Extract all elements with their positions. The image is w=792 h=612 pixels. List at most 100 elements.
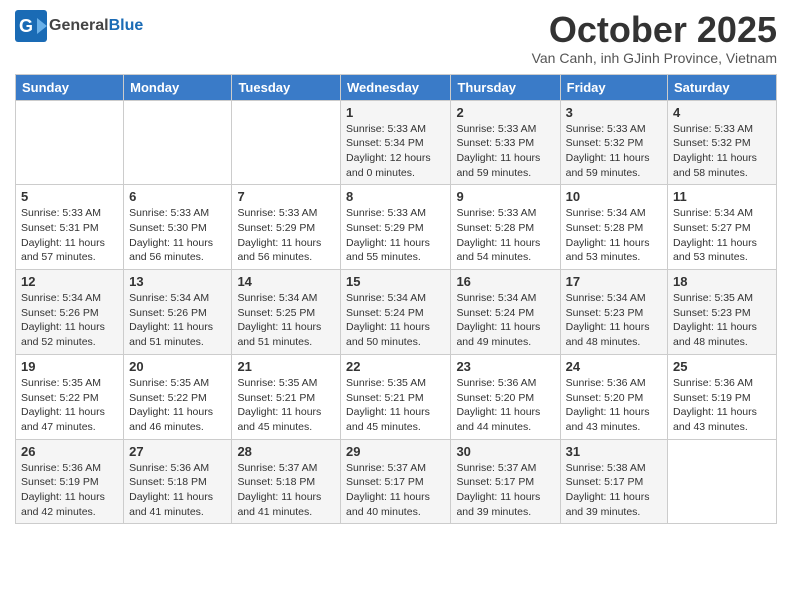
day-info: Sunrise: 5:33 AM Sunset: 5:29 PM Dayligh…: [346, 206, 445, 265]
day-number: 5: [21, 189, 118, 204]
calendar-cell: 11 Sunrise: 5:34 AM Sunset: 5:27 PM Dayli…: [668, 185, 777, 270]
day-info: Sunrise: 5:35 AM Sunset: 5:23 PM Dayligh…: [673, 291, 771, 350]
day-number: 17: [566, 274, 662, 289]
day-number: 6: [129, 189, 226, 204]
day-info: Sunrise: 5:34 AM Sunset: 5:23 PM Dayligh…: [566, 291, 662, 350]
day-info: Sunrise: 5:36 AM Sunset: 5:20 PM Dayligh…: [566, 376, 662, 435]
day-number: 16: [456, 274, 554, 289]
calendar-week-row: 1 Sunrise: 5:33 AM Sunset: 5:34 PM Daylig…: [16, 100, 777, 185]
calendar-cell: 6 Sunrise: 5:33 AM Sunset: 5:30 PM Daylig…: [124, 185, 232, 270]
weekday-header-tuesday: Tuesday: [232, 74, 341, 100]
calendar-cell: 7 Sunrise: 5:33 AM Sunset: 5:29 PM Daylig…: [232, 185, 341, 270]
day-number: 25: [673, 359, 771, 374]
calendar-cell: 17 Sunrise: 5:34 AM Sunset: 5:23 PM Dayli…: [560, 270, 667, 355]
weekday-header-wednesday: Wednesday: [341, 74, 451, 100]
calendar-cell: 18 Sunrise: 5:35 AM Sunset: 5:23 PM Dayli…: [668, 270, 777, 355]
day-info: Sunrise: 5:33 AM Sunset: 5:31 PM Dayligh…: [21, 206, 118, 265]
day-number: 4: [673, 105, 771, 120]
day-number: 11: [673, 189, 771, 204]
day-info: Sunrise: 5:34 AM Sunset: 5:28 PM Dayligh…: [566, 206, 662, 265]
day-number: 12: [21, 274, 118, 289]
day-number: 7: [237, 189, 335, 204]
calendar-cell: 8 Sunrise: 5:33 AM Sunset: 5:29 PM Daylig…: [341, 185, 451, 270]
day-number: 14: [237, 274, 335, 289]
day-number: 26: [21, 444, 118, 459]
location-subtitle: Van Canh, inh GJinh Province, Vietnam: [532, 50, 777, 66]
logo-icon: G: [15, 10, 47, 42]
calendar-cell: [16, 100, 124, 185]
day-number: 3: [566, 105, 662, 120]
calendar-cell: 1 Sunrise: 5:33 AM Sunset: 5:34 PM Daylig…: [341, 100, 451, 185]
day-number: 19: [21, 359, 118, 374]
day-number: 31: [566, 444, 662, 459]
calendar-cell: 21Sunrise: 5:35 AM Sunset: 5:21 PM Dayli…: [232, 354, 341, 439]
calendar-cell: 29 Sunrise: 5:37 AM Sunset: 5:17 PM Dayli…: [341, 439, 451, 524]
day-number: 13: [129, 274, 226, 289]
calendar-header-row: SundayMondayTuesdayWednesdayThursdayFrid…: [16, 74, 777, 100]
day-number: 23: [456, 359, 554, 374]
calendar-cell: 13 Sunrise: 5:34 AM Sunset: 5:26 PM Dayli…: [124, 270, 232, 355]
calendar-cell: 22 Sunrise: 5:35 AM Sunset: 5:21 PM Dayli…: [341, 354, 451, 439]
calendar-cell: 23Sunrise: 5:36 AM Sunset: 5:20 PM Dayli…: [451, 354, 560, 439]
day-info: Sunrise: 5:33 AM Sunset: 5:32 PM Dayligh…: [673, 122, 771, 181]
calendar-cell: [668, 439, 777, 524]
calendar-cell: 10Sunrise: 5:34 AM Sunset: 5:28 PM Dayli…: [560, 185, 667, 270]
month-title: October 2025: [532, 10, 777, 50]
day-info: Sunrise: 5:33 AM Sunset: 5:33 PM Dayligh…: [456, 122, 554, 181]
weekday-header-saturday: Saturday: [668, 74, 777, 100]
day-number: 15: [346, 274, 445, 289]
day-info: Sunrise: 5:34 AM Sunset: 5:25 PM Dayligh…: [237, 291, 335, 350]
day-info: Sunrise: 5:33 AM Sunset: 5:28 PM Dayligh…: [456, 206, 554, 265]
calendar-week-row: 26 Sunrise: 5:36 AM Sunset: 5:19 PM Dayli…: [16, 439, 777, 524]
day-info: Sunrise: 5:36 AM Sunset: 5:19 PM Dayligh…: [673, 376, 771, 435]
day-info: Sunrise: 5:34 AM Sunset: 5:26 PM Dayligh…: [129, 291, 226, 350]
day-number: 22: [346, 359, 445, 374]
calendar-week-row: 19 Sunrise: 5:35 AM Sunset: 5:22 PM Dayli…: [16, 354, 777, 439]
day-number: 1: [346, 105, 445, 120]
day-info: Sunrise: 5:35 AM Sunset: 5:22 PM Dayligh…: [21, 376, 118, 435]
calendar-cell: 16 Sunrise: 5:34 AM Sunset: 5:24 PM Dayli…: [451, 270, 560, 355]
title-area: October 2025 Van Canh, inh GJinh Provinc…: [532, 10, 777, 66]
day-info: Sunrise: 5:33 AM Sunset: 5:32 PM Dayligh…: [566, 122, 662, 181]
logo: G General Blue: [15, 10, 143, 42]
calendar-cell: 27Sunrise: 5:36 AM Sunset: 5:18 PM Dayli…: [124, 439, 232, 524]
calendar-cell: 28 Sunrise: 5:37 AM Sunset: 5:18 PM Dayli…: [232, 439, 341, 524]
svg-text:G: G: [19, 16, 33, 36]
day-info: Sunrise: 5:33 AM Sunset: 5:29 PM Dayligh…: [237, 206, 335, 265]
day-number: 18: [673, 274, 771, 289]
calendar-cell: 26 Sunrise: 5:36 AM Sunset: 5:19 PM Dayli…: [16, 439, 124, 524]
day-info: Sunrise: 5:37 AM Sunset: 5:18 PM Dayligh…: [237, 461, 335, 520]
day-number: 8: [346, 189, 445, 204]
day-info: Sunrise: 5:34 AM Sunset: 5:24 PM Dayligh…: [346, 291, 445, 350]
calendar-cell: 19 Sunrise: 5:35 AM Sunset: 5:22 PM Dayli…: [16, 354, 124, 439]
calendar-cell: 20Sunrise: 5:35 AM Sunset: 5:22 PM Dayli…: [124, 354, 232, 439]
page-container: G General Blue October 2025 Van Canh, in…: [0, 0, 792, 534]
day-info: Sunrise: 5:33 AM Sunset: 5:34 PM Dayligh…: [346, 122, 445, 181]
day-number: 30: [456, 444, 554, 459]
day-info: Sunrise: 5:33 AM Sunset: 5:30 PM Dayligh…: [129, 206, 226, 265]
day-info: Sunrise: 5:37 AM Sunset: 5:17 PM Dayligh…: [346, 461, 445, 520]
weekday-header-monday: Monday: [124, 74, 232, 100]
calendar-cell: 12Sunrise: 5:34 AM Sunset: 5:26 PM Dayli…: [16, 270, 124, 355]
day-number: 21: [237, 359, 335, 374]
calendar-cell: 30 Sunrise: 5:37 AM Sunset: 5:17 PM Dayli…: [451, 439, 560, 524]
calendar-cell: 25 Sunrise: 5:36 AM Sunset: 5:19 PM Dayli…: [668, 354, 777, 439]
calendar-table: SundayMondayTuesdayWednesdayThursdayFrid…: [15, 74, 777, 525]
calendar-week-row: 5 Sunrise: 5:33 AM Sunset: 5:31 PM Daylig…: [16, 185, 777, 270]
calendar-cell: 3 Sunrise: 5:33 AM Sunset: 5:32 PM Daylig…: [560, 100, 667, 185]
logo-general-text: General: [49, 17, 109, 35]
day-info: Sunrise: 5:37 AM Sunset: 5:17 PM Dayligh…: [456, 461, 554, 520]
day-number: 27: [129, 444, 226, 459]
day-info: Sunrise: 5:35 AM Sunset: 5:21 PM Dayligh…: [346, 376, 445, 435]
day-info: Sunrise: 5:36 AM Sunset: 5:19 PM Dayligh…: [21, 461, 118, 520]
day-number: 29: [346, 444, 445, 459]
day-number: 28: [237, 444, 335, 459]
calendar-cell: 24 Sunrise: 5:36 AM Sunset: 5:20 PM Dayli…: [560, 354, 667, 439]
day-info: Sunrise: 5:34 AM Sunset: 5:24 PM Dayligh…: [456, 291, 554, 350]
calendar-cell: 9Sunrise: 5:33 AM Sunset: 5:28 PM Daylig…: [451, 185, 560, 270]
logo-blue-text: Blue: [109, 17, 144, 35]
calendar-cell: 15 Sunrise: 5:34 AM Sunset: 5:24 PM Dayli…: [341, 270, 451, 355]
day-number: 24: [566, 359, 662, 374]
day-info: Sunrise: 5:34 AM Sunset: 5:27 PM Dayligh…: [673, 206, 771, 265]
calendar-week-row: 12 Sunrise: 5:34 AM Sunset: 5:26 PM Dayli…: [16, 270, 777, 355]
